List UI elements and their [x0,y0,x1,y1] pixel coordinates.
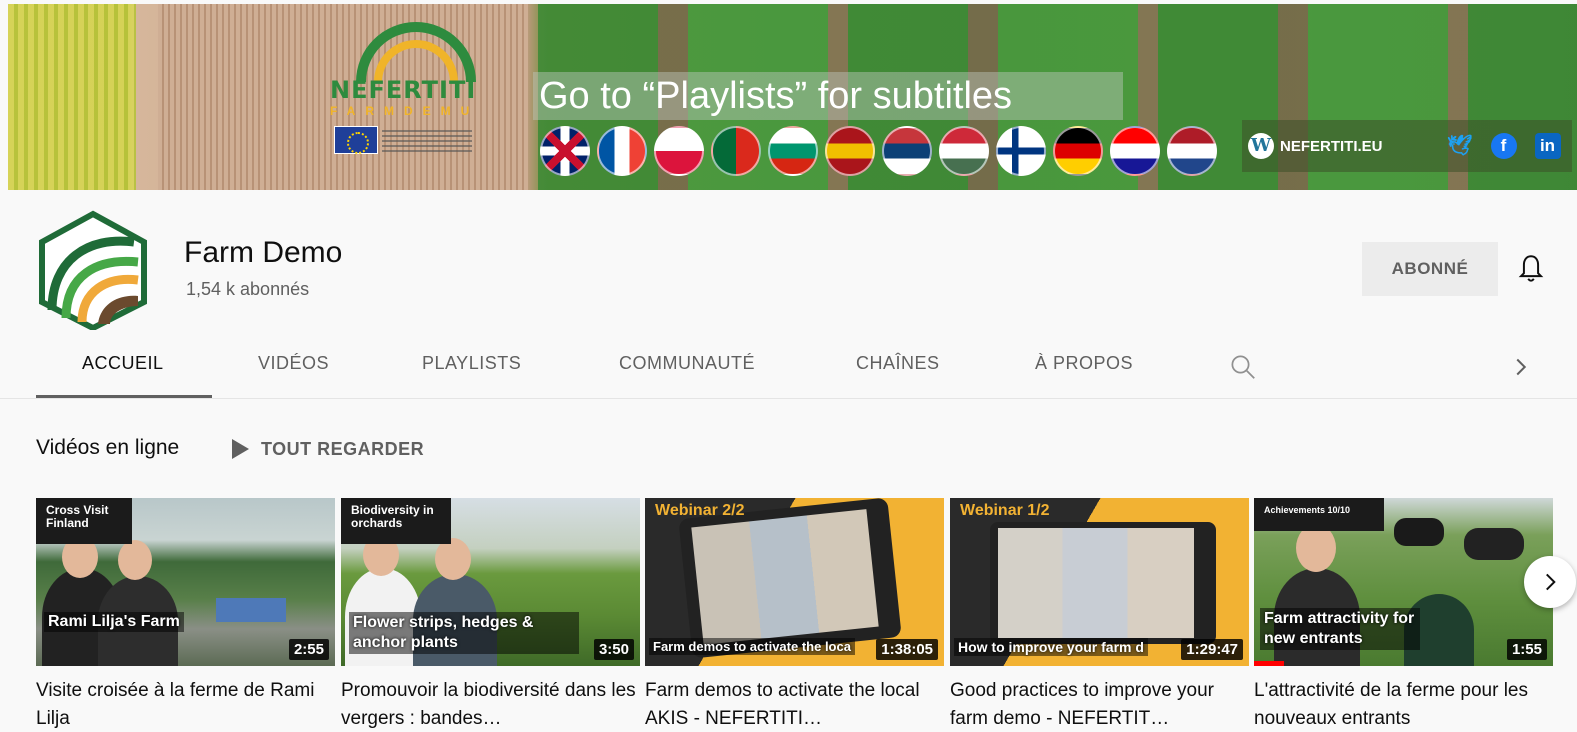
flag-netherlands-icon [1167,126,1217,176]
video-card[interactable]: Biodiversity in orchards Flower strips, … [341,498,640,732]
video-duration: 1:55 [1506,639,1547,660]
video-thumbnail[interactable]: Achievements 10/10 Farm attractivity for… [1254,498,1553,666]
flag-france-icon [597,126,647,176]
video-title[interactable]: Visite croisée à la ferme de Rami Lilja [36,677,335,732]
video-thumbnail[interactable]: Cross Visit Finland Rami Lilja's Farm 2:… [36,498,335,666]
video-title[interactable]: Farm demos to activate the local AKIS - … [645,677,944,732]
flag-croatia-icon [1110,126,1160,176]
thumbnail-overlay-text: Farm demos to activate the loca [649,638,855,655]
thumbnail-image [435,538,471,580]
eu-flag-icon [334,126,378,154]
play-icon [232,439,249,459]
banner-links[interactable]: W NEFERTITI.EU 🕊 f in [1242,120,1572,172]
thumbnail-overlay-text: Flower strips, hedges & anchor plants [349,612,579,654]
video-duration: 2:55 [288,639,329,660]
video-tag: Biodiversity in orchards [341,498,451,544]
video-tag: Webinar 2/2 [655,502,745,519]
tab-communaute[interactable]: COMMUNAUTÉ [619,353,755,374]
thumbnail-image [1394,518,1444,546]
video-card[interactable]: Webinar 1/2 How to improve your farm d 1… [950,498,1249,732]
linkedin-icon[interactable]: in [1534,133,1561,159]
chevron-right-icon [1546,573,1556,591]
logo-text: NEFERTITI [330,76,477,104]
video-card[interactable]: Cross Visit Finland Rami Lilja's Farm 2:… [36,498,335,732]
video-card[interactable]: Achievements 10/10 Farm attractivity for… [1254,498,1553,732]
banner-headline: Go to “Playlists” for subtitles [533,72,1123,120]
video-duration: 1:29:47 [1181,639,1243,660]
video-title[interactable]: L'attractivité de la ferme pour les nouv… [1254,677,1553,732]
eu-funding-text [382,130,472,152]
bell-icon[interactable] [1514,252,1548,286]
subscriber-count: 1,54 k abonnés [186,279,310,299]
watch-progress-bar [1254,661,1284,666]
play-all-button[interactable]: TOUT REGARDER [232,432,424,466]
channel-tabs: ACCUEIL VIDÉOS PLAYLISTS COMMUNAUTÉ CHAÎ… [0,340,1577,399]
tab-videos[interactable]: VIDÉOS [258,353,329,374]
video-thumbnail[interactable]: Biodiversity in orchards Flower strips, … [341,498,640,666]
thumbnail-image [118,540,152,580]
video-card[interactable]: Webinar 2/2 Farm demos to activate the l… [645,498,944,732]
flag-hungary-icon [939,126,989,176]
video-tag: Cross Visit Finland [36,498,132,544]
language-flags [540,126,1217,176]
flag-spain-icon [825,126,875,176]
logo-subtext: FARMDEMU [330,104,480,118]
flag-serbia-icon [882,126,932,176]
banner-field [8,4,136,190]
thumbnail-image [216,598,286,622]
video-thumbnail[interactable]: Webinar 1/2 How to improve your farm d 1… [950,498,1249,666]
wordpress-icon[interactable]: W [1248,133,1274,159]
flag-finland-icon [996,126,1046,176]
thumbnail-image [1296,524,1336,572]
search-icon[interactable] [1228,352,1258,382]
video-title[interactable]: Good practices to improve your farm demo… [950,677,1249,732]
shelf-next-button[interactable] [1524,556,1576,608]
flag-portugal-icon [711,126,761,176]
thumbnail-overlay-text: Farm attractivity for new entrants [1260,608,1420,650]
tab-accueil[interactable]: ACCUEIL [82,353,164,374]
flag-bulgaria-icon [768,126,818,176]
tab-chaines[interactable]: CHAÎNES [856,353,940,374]
thumbnail-overlay-text: How to improve your farm d [954,638,1148,656]
nefertiti-logo: NEFERTITI FARMDEMU [326,22,506,162]
tab-a-propos[interactable]: À PROPOS [1035,353,1133,374]
flag-uk-icon [540,126,590,176]
shelf-title[interactable]: Vidéos en ligne [36,436,179,460]
video-duration: 1:38:05 [876,639,938,660]
thumbnail-image [1464,528,1524,560]
video-title[interactable]: Promouvoir la biodiversité dans les verg… [341,677,640,732]
channel-name: Farm Demo [184,236,343,269]
thumbnail-overlay-text: Rami Lilja's Farm [44,612,184,632]
flag-germany-icon [1053,126,1103,176]
channel-avatar[interactable] [38,210,148,330]
video-tag: Webinar 1/2 [960,502,1050,519]
flag-poland-icon [654,126,704,176]
video-tag: Achievements 10/10 [1254,498,1384,531]
channel-banner: NEFERTITI FARMDEMU Go to “Playlists” for… [8,4,1577,190]
twitter-icon[interactable]: 🕊 [1447,133,1473,159]
thumbnail-image [998,528,1194,638]
video-duration: 3:50 [593,639,634,660]
banner-site-link[interactable]: NEFERTITI.EU [1280,138,1383,155]
tab-playlists[interactable]: PLAYLISTS [422,353,521,374]
video-thumbnail[interactable]: Webinar 2/2 Farm demos to activate the l… [645,498,944,666]
play-all-label: TOUT REGARDER [261,438,425,459]
facebook-icon[interactable]: f [1490,133,1517,159]
chevron-right-icon[interactable] [1506,352,1536,382]
subscribed-button[interactable]: ABONNÉ [1362,242,1498,296]
